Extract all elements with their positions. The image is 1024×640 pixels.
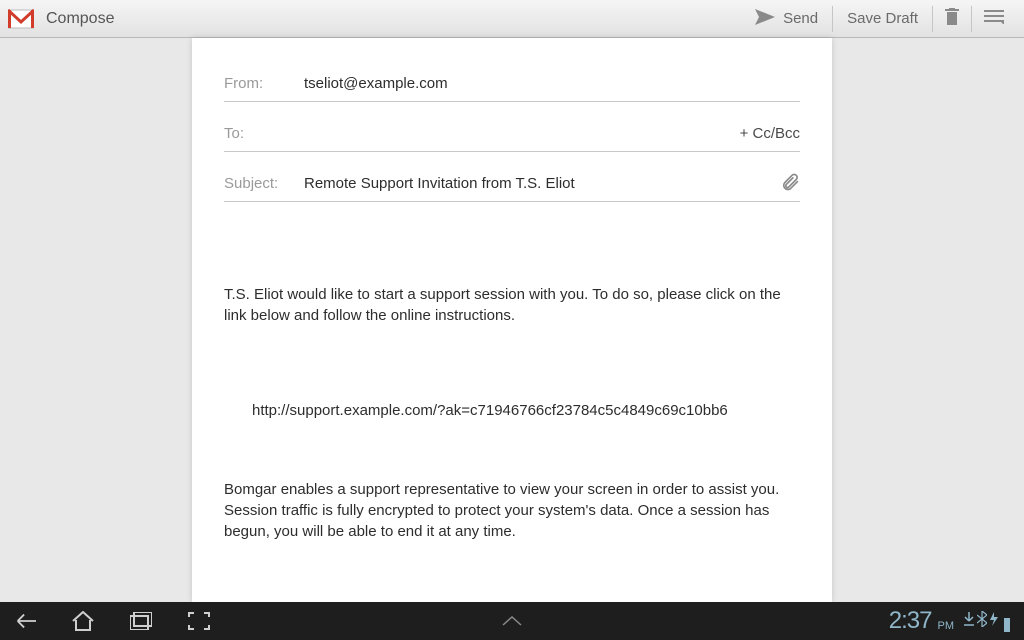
from-value: tseliot@example.com xyxy=(304,75,800,92)
paperclip-icon[interactable] xyxy=(780,172,800,196)
send-label: Send xyxy=(783,10,818,27)
charge-icon xyxy=(990,612,998,631)
discard-button[interactable] xyxy=(933,0,971,38)
cc-bcc-toggle[interactable]: + Cc/Bcc xyxy=(740,125,800,142)
status-area[interactable]: 2:37 PM xyxy=(889,607,1010,635)
compose-stage: From: tseliot@example.com To: + Cc/Bcc S… xyxy=(0,38,1024,602)
back-icon[interactable] xyxy=(14,610,36,632)
send-button[interactable]: Send xyxy=(741,0,832,38)
overflow-menu-button[interactable] xyxy=(972,0,1016,38)
email-body[interactable]: T.S. Eliot would like to start a support… xyxy=(224,242,800,640)
subject-value[interactable]: Remote Support Invitation from T.S. Elio… xyxy=(304,175,780,192)
recents-icon[interactable] xyxy=(130,610,152,632)
send-icon xyxy=(755,9,775,29)
clock-time: 2:37 xyxy=(889,607,932,635)
system-nav-bar: 2:37 PM xyxy=(0,602,1024,640)
to-label: To: xyxy=(224,125,304,142)
screenshot-icon[interactable] xyxy=(188,610,210,632)
body-paragraph: Bomgar enables a support representative … xyxy=(224,479,800,542)
save-draft-button[interactable]: Save Draft xyxy=(833,0,932,38)
body-url: http://support.example.com/?ak=c71946766… xyxy=(224,400,800,421)
subject-row[interactable]: Subject: Remote Support Invitation from … xyxy=(224,166,800,202)
subject-label: Subject: xyxy=(224,175,304,192)
trash-icon xyxy=(945,8,959,30)
action-bar: Compose Send Save Draft xyxy=(0,0,1024,38)
clock-ampm: PM xyxy=(938,620,955,632)
home-icon[interactable] xyxy=(72,610,94,632)
gmail-icon[interactable] xyxy=(8,8,34,30)
battery-icon xyxy=(1004,618,1010,632)
save-draft-label: Save Draft xyxy=(847,10,918,27)
from-row[interactable]: From: tseliot@example.com xyxy=(224,66,800,102)
compose-card: From: tseliot@example.com To: + Cc/Bcc S… xyxy=(192,38,832,602)
body-paragraph: T.S. Eliot would like to start a support… xyxy=(224,284,800,326)
download-icon xyxy=(964,612,974,631)
page-title: Compose xyxy=(46,10,114,28)
chevron-up-icon[interactable] xyxy=(501,610,523,632)
to-row[interactable]: To: + Cc/Bcc xyxy=(224,116,800,152)
bluetooth-icon xyxy=(977,611,987,632)
menu-icon xyxy=(984,10,1004,28)
from-label: From: xyxy=(224,75,304,92)
